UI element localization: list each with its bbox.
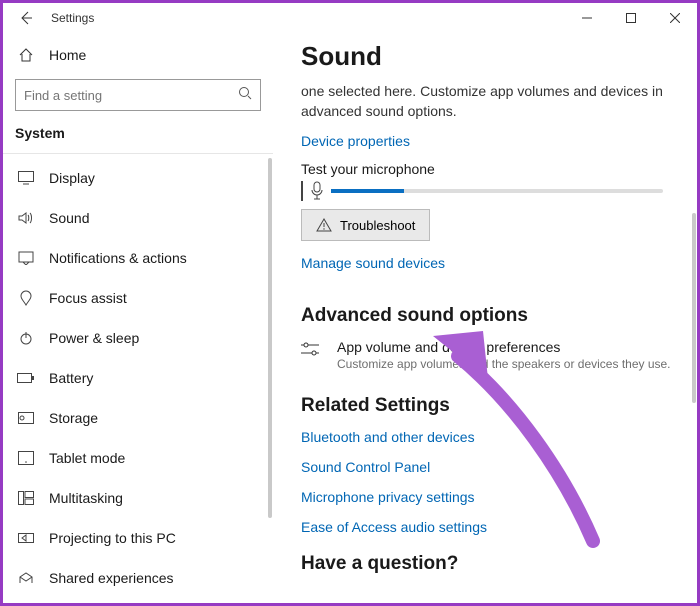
sidebar-nav: Display Sound Notifications & actions Fo… bbox=[3, 158, 273, 595]
warning-icon bbox=[316, 218, 332, 232]
sidebar-item-multitasking[interactable]: Multitasking bbox=[3, 478, 273, 518]
app-volume-subtitle: Customize app volumes and the speakers o… bbox=[337, 357, 671, 371]
sidebar-scrollbar-thumb[interactable] bbox=[268, 158, 272, 518]
sidebar-item-tablet-mode[interactable]: Tablet mode bbox=[3, 438, 273, 478]
minimize-button[interactable] bbox=[565, 3, 609, 33]
sidebar-item-label: Focus assist bbox=[49, 290, 127, 306]
sliders-icon bbox=[301, 341, 323, 357]
sidebar-item-storage[interactable]: Storage bbox=[3, 398, 273, 438]
sidebar-item-label: Shared experiences bbox=[49, 570, 174, 586]
sidebar-home-label: Home bbox=[49, 47, 86, 63]
advanced-section-title: Advanced sound options bbox=[301, 305, 673, 327]
search-field[interactable] bbox=[15, 79, 261, 111]
page-title: Sound bbox=[301, 41, 673, 72]
link-bluetooth[interactable]: Bluetooth and other devices bbox=[301, 429, 673, 445]
mic-test-row bbox=[301, 181, 673, 201]
close-button[interactable] bbox=[653, 3, 697, 33]
sidebar-item-label: Sound bbox=[49, 210, 89, 226]
device-properties-link[interactable]: Device properties bbox=[301, 133, 410, 149]
search-input[interactable] bbox=[15, 79, 261, 111]
page-description: one selected here. Customize app volumes… bbox=[301, 82, 673, 121]
question-title: Have a question? bbox=[301, 553, 673, 575]
sidebar-item-label: Battery bbox=[49, 370, 93, 386]
sidebar-item-display[interactable]: Display bbox=[3, 158, 273, 198]
sidebar-item-sound[interactable]: Sound bbox=[3, 198, 273, 238]
tablet-icon bbox=[15, 451, 37, 465]
microphone-icon bbox=[309, 181, 325, 201]
sidebar-item-label: Tablet mode bbox=[49, 450, 125, 466]
mic-level-fill bbox=[331, 189, 404, 193]
sidebar-item-label: Display bbox=[49, 170, 95, 186]
main-scrollbar[interactable] bbox=[692, 33, 696, 603]
main-scrollbar-thumb[interactable] bbox=[692, 213, 696, 403]
maximize-button[interactable] bbox=[609, 3, 653, 33]
manage-sound-devices-link[interactable]: Manage sound devices bbox=[301, 255, 445, 271]
titlebar: Settings bbox=[3, 3, 697, 33]
maximize-icon bbox=[626, 13, 636, 23]
related-section-title: Related Settings bbox=[301, 395, 673, 417]
sidebar-item-label: Notifications & actions bbox=[49, 250, 187, 266]
home-icon bbox=[15, 47, 37, 63]
battery-icon bbox=[15, 372, 37, 384]
mic-level-bar bbox=[331, 189, 663, 193]
window-buttons bbox=[565, 3, 697, 33]
power-icon bbox=[15, 330, 37, 346]
close-icon bbox=[670, 13, 680, 23]
notifications-icon bbox=[15, 251, 37, 265]
app-volume-preferences[interactable]: App volume and device preferences Custom… bbox=[301, 339, 673, 371]
sidebar-item-notifications[interactable]: Notifications & actions bbox=[3, 238, 273, 278]
app-volume-title: App volume and device preferences bbox=[337, 339, 671, 355]
troubleshoot-label: Troubleshoot bbox=[340, 218, 415, 233]
sidebar-item-label: Power & sleep bbox=[49, 330, 139, 346]
sidebar: Home System Display Sound Notifications … bbox=[3, 33, 273, 603]
sidebar-item-shared-experiences[interactable]: Shared experiences bbox=[3, 558, 273, 595]
link-ease-of-access-audio[interactable]: Ease of Access audio settings bbox=[301, 519, 673, 535]
minimize-icon bbox=[582, 13, 592, 23]
sidebar-item-label: Multitasking bbox=[49, 490, 123, 506]
display-icon bbox=[15, 171, 37, 185]
link-mic-privacy[interactable]: Microphone privacy settings bbox=[301, 489, 673, 505]
sidebar-scrollbar[interactable] bbox=[268, 158, 272, 595]
back-button[interactable] bbox=[15, 7, 37, 29]
main-panel: Sound one selected here. Customize app v… bbox=[273, 33, 697, 603]
sidebar-item-label: Projecting to this PC bbox=[49, 530, 176, 546]
shared-icon bbox=[15, 571, 37, 585]
sidebar-item-battery[interactable]: Battery bbox=[3, 358, 273, 398]
sound-icon bbox=[15, 211, 37, 225]
storage-icon bbox=[15, 412, 37, 424]
search-icon bbox=[237, 85, 253, 101]
related-links: Bluetooth and other devices Sound Contro… bbox=[301, 429, 673, 535]
test-mic-label: Test your microphone bbox=[301, 161, 673, 177]
sidebar-category: System bbox=[15, 125, 261, 141]
projecting-icon bbox=[15, 531, 37, 545]
window-title: Settings bbox=[51, 11, 94, 25]
sidebar-item-projecting[interactable]: Projecting to this PC bbox=[3, 518, 273, 558]
troubleshoot-button[interactable]: Troubleshoot bbox=[301, 209, 430, 241]
arrow-left-icon bbox=[18, 10, 34, 26]
sidebar-home[interactable]: Home bbox=[15, 37, 261, 73]
link-sound-control-panel[interactable]: Sound Control Panel bbox=[301, 459, 673, 475]
focus-assist-icon bbox=[15, 290, 37, 306]
sidebar-item-focus-assist[interactable]: Focus assist bbox=[3, 278, 273, 318]
sidebar-item-power-sleep[interactable]: Power & sleep bbox=[3, 318, 273, 358]
sidebar-item-label: Storage bbox=[49, 410, 98, 426]
multitasking-icon bbox=[15, 491, 37, 505]
sidebar-divider bbox=[3, 153, 273, 154]
